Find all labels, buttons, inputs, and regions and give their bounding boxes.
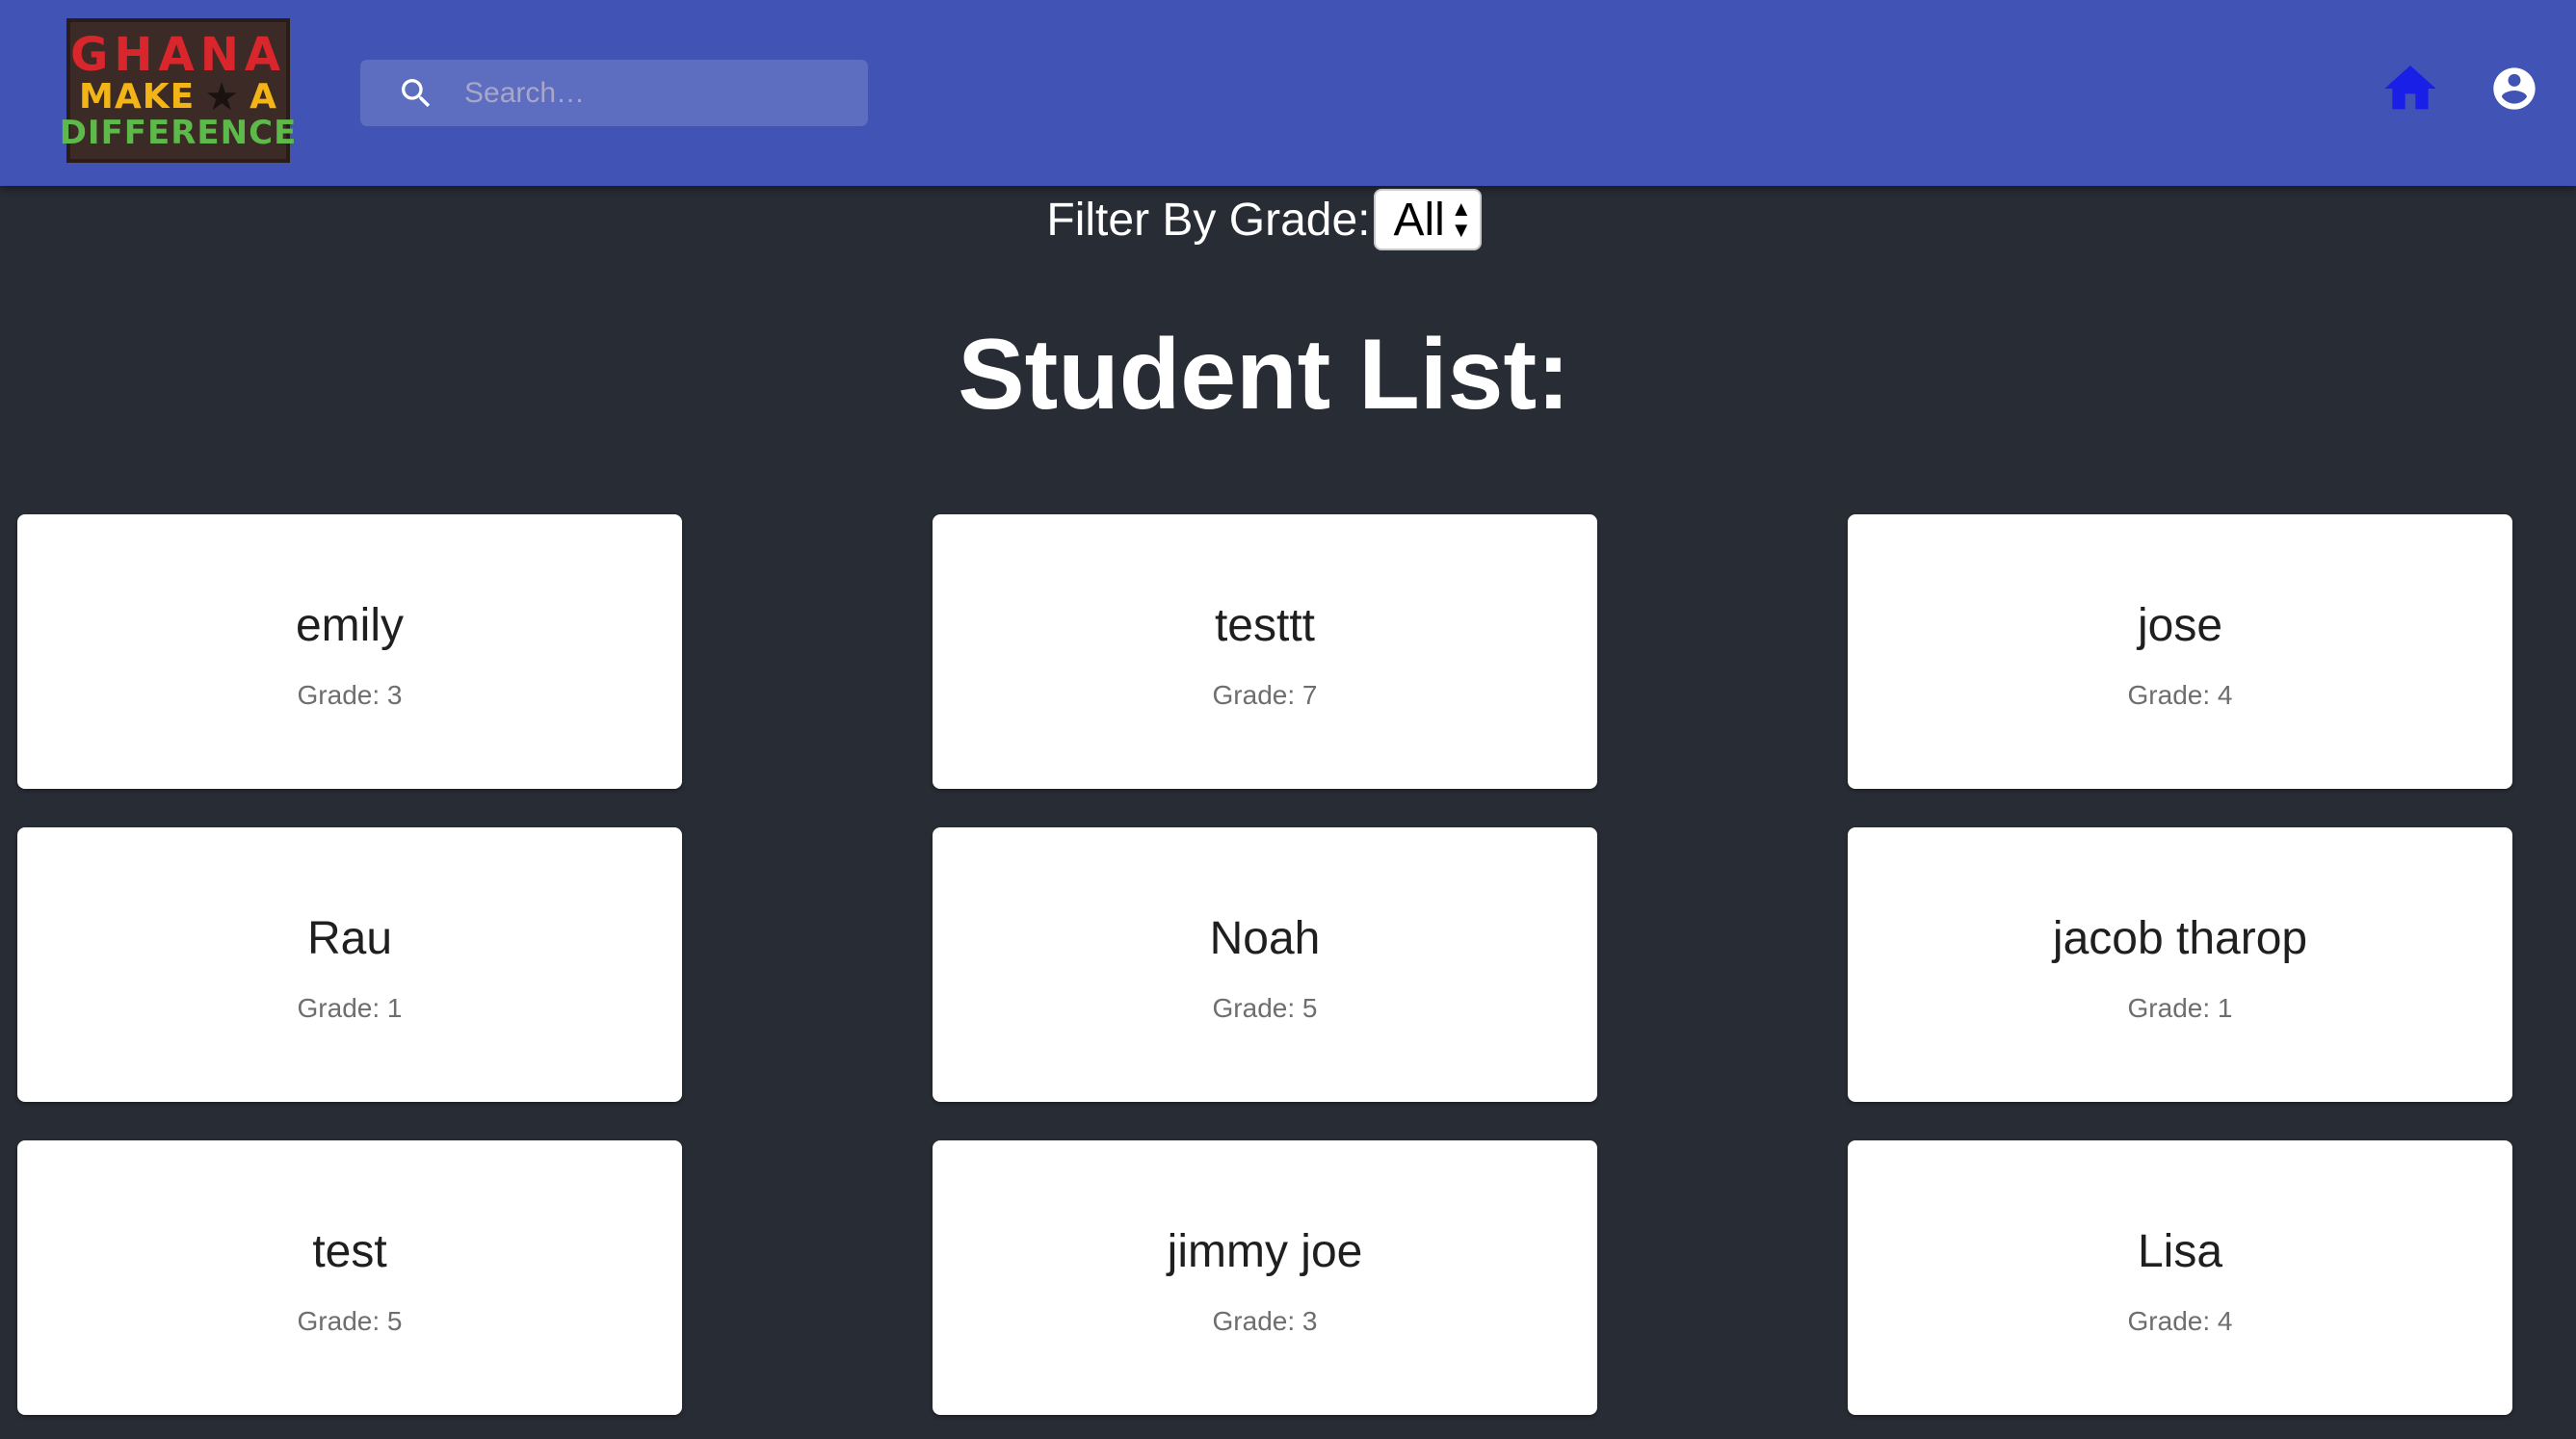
student-card[interactable]: jimmy joe Grade: 3 bbox=[933, 1140, 1597, 1415]
student-name: test bbox=[312, 1225, 387, 1277]
grade-select[interactable]: All ▲ ▼ bbox=[1374, 189, 1482, 250]
student-name: Rau bbox=[306, 912, 393, 964]
student-card[interactable]: jacob tharop Grade: 1 bbox=[1848, 827, 2512, 1102]
logo-line-1: GHANA bbox=[69, 28, 287, 82]
search-icon bbox=[395, 72, 437, 115]
page-title: Student List: bbox=[958, 319, 1570, 431]
logo-line-2: MAKE ★ A bbox=[79, 78, 277, 117]
logo-word-make: MAKE bbox=[79, 77, 196, 117]
grade-filter: Filter By Grade: All ▲ ▼ bbox=[0, 186, 2576, 253]
student-card[interactable]: jose Grade: 4 bbox=[1848, 514, 2512, 789]
student-name: jacob tharop bbox=[2052, 912, 2308, 964]
student-name: Noah bbox=[1209, 912, 1321, 964]
student-card[interactable]: Noah Grade: 5 bbox=[933, 827, 1597, 1102]
filter-label: Filter By Grade: bbox=[1046, 194, 1371, 246]
student-grade: Grade: 4 bbox=[2127, 679, 2233, 710]
student-name: jimmy joe bbox=[1167, 1225, 1363, 1277]
student-grade: Grade: 1 bbox=[2127, 992, 2233, 1023]
app-bar: GHANA MAKE ★ A DIFFERENCE bbox=[0, 0, 2576, 186]
search-box[interactable] bbox=[360, 60, 868, 126]
search-input[interactable] bbox=[462, 75, 852, 111]
home-icon bbox=[2379, 58, 2441, 124]
account-circle-icon bbox=[2489, 64, 2539, 118]
student-grade: Grade: 4 bbox=[2127, 1305, 2233, 1336]
student-name: Lisa bbox=[2137, 1225, 2223, 1277]
student-grade: Grade: 3 bbox=[1212, 1305, 1318, 1336]
student-card[interactable]: Lisa Grade: 4 bbox=[1848, 1140, 2512, 1415]
home-button[interactable] bbox=[2378, 58, 2443, 123]
logo[interactable]: GHANA MAKE ★ A DIFFERENCE bbox=[60, 18, 296, 163]
grade-select-value: All bbox=[1393, 194, 1445, 246]
student-grade: Grade: 1 bbox=[297, 992, 403, 1023]
student-grade: Grade: 5 bbox=[1212, 992, 1318, 1023]
select-arrows-icon: ▲ ▼ bbox=[1450, 196, 1472, 242]
student-card[interactable]: emily Grade: 3 bbox=[17, 514, 682, 789]
student-grade: Grade: 5 bbox=[297, 1305, 403, 1336]
student-card[interactable]: testtt Grade: 7 bbox=[933, 514, 1597, 789]
student-name: jose bbox=[2137, 599, 2223, 651]
student-name: testtt bbox=[1214, 599, 1316, 651]
logo-line-3: DIFFERENCE bbox=[59, 114, 298, 152]
student-card[interactable]: Rau Grade: 1 bbox=[17, 827, 682, 1102]
star-icon: ★ bbox=[204, 75, 241, 119]
student-grid: emily Grade: 3 testtt Grade: 7 jose Grade: 4 R… bbox=[17, 514, 2512, 1415]
student-card[interactable]: test Grade: 5 bbox=[17, 1140, 682, 1415]
student-grade: Grade: 3 bbox=[297, 679, 403, 710]
student-grade: Grade: 7 bbox=[1212, 679, 1318, 710]
logo-word-a: A bbox=[250, 77, 277, 117]
student-name: emily bbox=[295, 599, 404, 651]
account-button[interactable] bbox=[2485, 62, 2543, 119]
